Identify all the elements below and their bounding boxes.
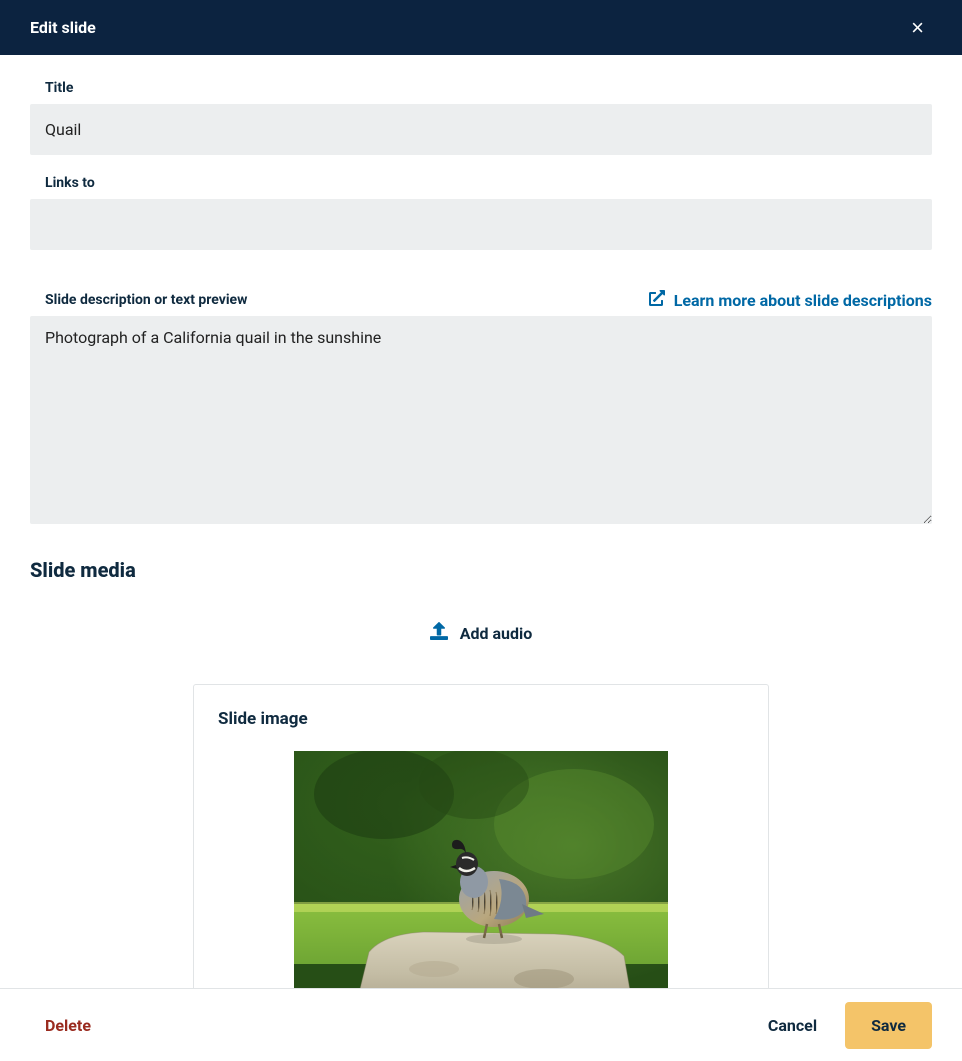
external-link-icon: [649, 290, 665, 310]
add-audio-button[interactable]: Add audio: [430, 622, 533, 644]
description-label: Slide description or text preview: [45, 292, 247, 308]
links-label: Links to: [45, 175, 932, 191]
title-input[interactable]: [30, 104, 932, 155]
upload-icon: [430, 622, 448, 644]
slide-media-heading: Slide media: [30, 558, 932, 582]
delete-button[interactable]: Delete: [45, 1016, 91, 1035]
dialog-title: Edit slide: [30, 18, 96, 37]
add-audio-label: Add audio: [460, 624, 533, 643]
title-field-group: Title: [30, 80, 932, 155]
learn-more-text: Learn more about slide descriptions: [674, 291, 932, 310]
description-field-group: Slide description or text preview Learn …: [30, 290, 932, 528]
slide-image-card: Slide image: [193, 684, 769, 988]
save-button[interactable]: Save: [845, 1002, 932, 1049]
dialog-header: Edit slide ×: [0, 0, 962, 55]
cancel-button[interactable]: Cancel: [768, 1016, 817, 1035]
links-field-group: Links to: [30, 175, 932, 250]
links-input[interactable]: [30, 199, 932, 250]
dialog-content: Title Links to Slide description or text…: [0, 55, 962, 988]
slide-image-heading: Slide image: [218, 709, 744, 729]
title-label: Title: [45, 80, 932, 96]
learn-more-link[interactable]: Learn more about slide descriptions: [649, 290, 932, 310]
close-button[interactable]: ×: [903, 13, 932, 43]
dialog-footer: Delete Cancel Save: [0, 988, 962, 1061]
slide-image-preview: [294, 751, 668, 988]
close-icon: ×: [911, 15, 924, 40]
description-textarea[interactable]: [30, 316, 932, 524]
